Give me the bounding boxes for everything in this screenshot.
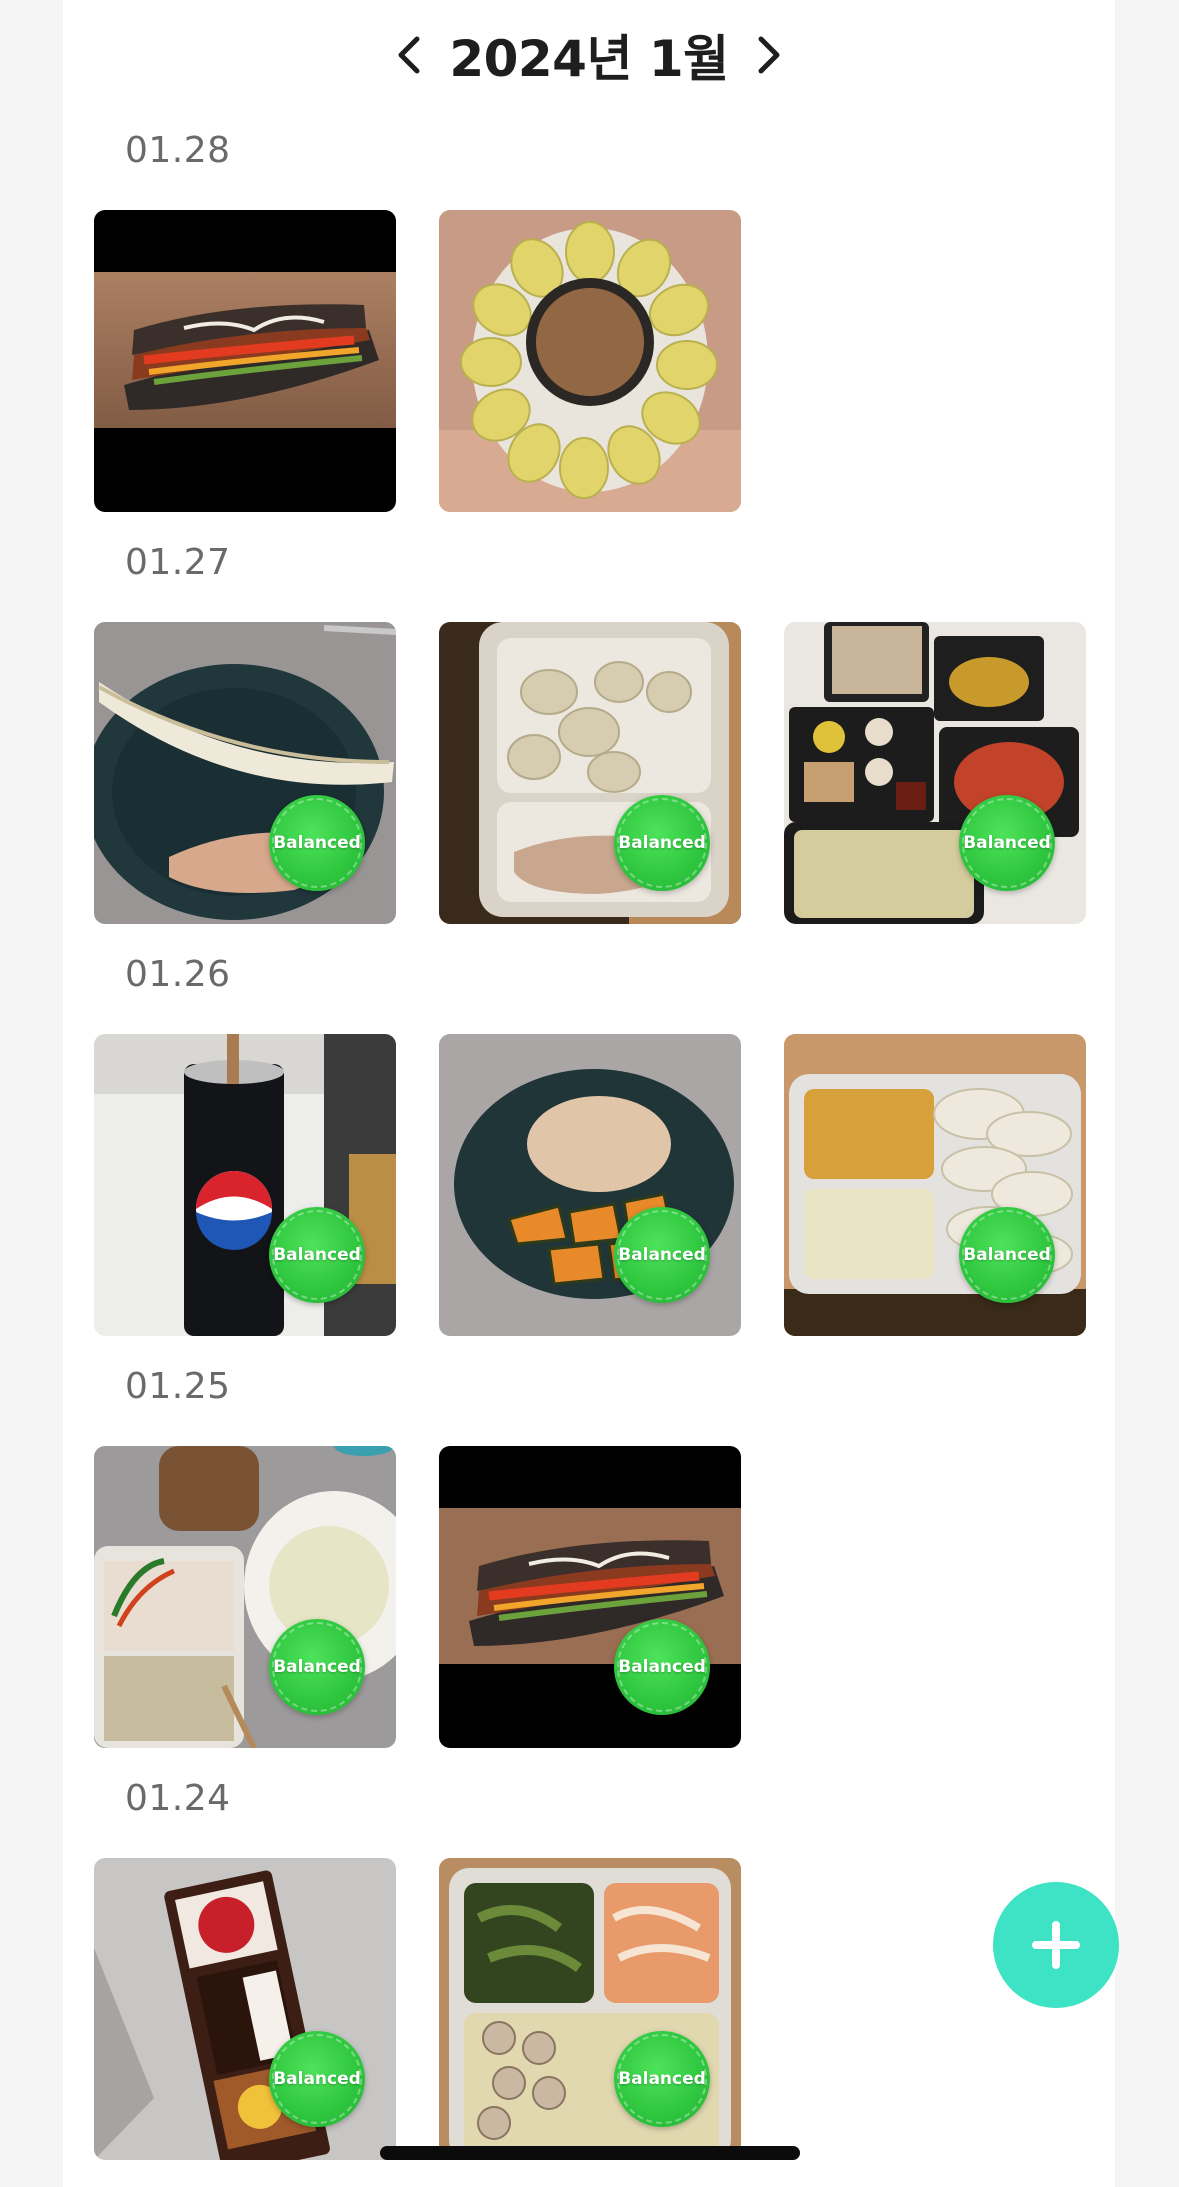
- meal-photo[interactable]: Balanced: [94, 1446, 396, 1748]
- diary-panel: 2024년 1월 01.28 01.27 Balanced Balanced B…: [63, 0, 1115, 2187]
- pumpkin-cabbage-box-photo: [784, 1034, 1086, 1336]
- pepsi-can-photo: [94, 1034, 396, 1336]
- meal-photo[interactable]: [439, 210, 741, 512]
- nutrition-badge: Balanced: [614, 2031, 710, 2127]
- meal-photo[interactable]: Balanced: [94, 622, 396, 924]
- meal-photo[interactable]: Balanced: [439, 622, 741, 924]
- protein-bar-photo: [94, 1858, 396, 2160]
- date-label: 01.25: [125, 1366, 231, 1407]
- add-meal-button[interactable]: [993, 1882, 1119, 2008]
- nutrition-badge: Balanced: [959, 795, 1055, 891]
- next-month-button[interactable]: [751, 30, 787, 80]
- meal-photo[interactable]: Balanced: [439, 1858, 741, 2160]
- date-label: 01.27: [125, 542, 231, 583]
- nutrition-badge: Balanced: [614, 1619, 710, 1715]
- nutrition-badge: Balanced: [959, 1207, 1055, 1303]
- banana-chicken-photo: [94, 622, 396, 924]
- meal-photo[interactable]: Balanced: [784, 1034, 1086, 1336]
- nutrition-badge: Balanced: [269, 1207, 365, 1303]
- date-label: 01.24: [125, 1778, 231, 1819]
- meal-photo[interactable]: [94, 210, 396, 512]
- meal-photo[interactable]: Balanced: [439, 1446, 741, 1748]
- meal-photo[interactable]: Balanced: [94, 1034, 396, 1336]
- chicken-pumpkin-photo: [439, 1034, 741, 1336]
- nutrition-badge: Balanced: [269, 1619, 365, 1715]
- nutrition-badge: Balanced: [614, 795, 710, 891]
- date-label: 01.28: [125, 130, 231, 171]
- chevron-right-icon: [758, 36, 780, 74]
- nutrition-badge: Balanced: [269, 795, 365, 891]
- sandwich-photo: [439, 1446, 741, 1748]
- home-indicator: [380, 2146, 800, 2160]
- rice-cake-box-photo: [439, 622, 741, 924]
- plus-icon: [1032, 1921, 1080, 1969]
- chevron-left-icon: [398, 36, 420, 74]
- meal-photo[interactable]: Balanced: [94, 1858, 396, 2160]
- meal-photo[interactable]: Balanced: [784, 622, 1086, 924]
- date-label: 01.26: [125, 954, 231, 995]
- takeout-trays-photo: [784, 622, 1086, 924]
- nutrition-badge: Balanced: [614, 1207, 710, 1303]
- sandwich-photo: [94, 210, 396, 512]
- salad-cabbage-photo: [94, 1446, 396, 1748]
- meal-photo[interactable]: Balanced: [439, 1034, 741, 1336]
- month-title: 2024년 1월: [449, 30, 729, 88]
- cabbage-rolls-photo: [439, 210, 741, 512]
- month-header: 2024년 1월: [63, 18, 1115, 92]
- nutrition-badge: Balanced: [269, 2031, 365, 2127]
- mushroom-box-photo: [439, 1858, 741, 2160]
- prev-month-button[interactable]: [391, 30, 427, 80]
